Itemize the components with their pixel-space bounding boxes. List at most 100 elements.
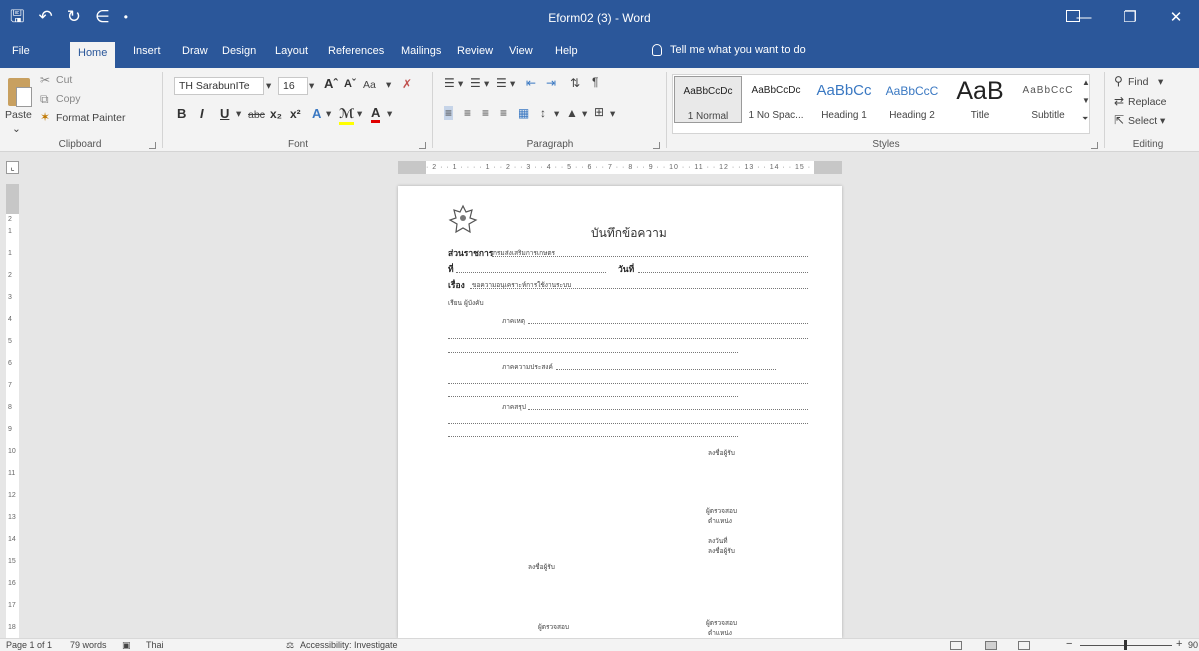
tab-design[interactable]: Design bbox=[222, 45, 256, 57]
paste-options-chevron-icon[interactable]: ⌄ bbox=[12, 123, 21, 135]
font-family-select[interactable]: TH SarabunITe bbox=[174, 77, 264, 95]
text-effects-chevron-icon[interactable]: ▾ bbox=[326, 108, 331, 120]
signature-label: ลงชื่อผู้รับ bbox=[708, 547, 735, 555]
distributed-icon[interactable]: ▦ bbox=[518, 106, 529, 120]
replace-button[interactable]: Replace bbox=[1128, 96, 1167, 108]
subscript-icon[interactable]: x₂ bbox=[270, 107, 282, 121]
highlight-icon[interactable]: ℳ bbox=[339, 106, 355, 125]
paste-button[interactable]: Paste bbox=[5, 109, 32, 121]
text-effects-icon[interactable]: A bbox=[312, 106, 321, 121]
tab-draw[interactable]: Draw bbox=[182, 45, 208, 57]
minimize-icon[interactable]: — bbox=[1061, 0, 1107, 38]
tab-help[interactable]: Help bbox=[555, 45, 578, 57]
proofing-icon[interactable]: ▣ bbox=[122, 640, 131, 651]
tab-references[interactable]: References bbox=[328, 45, 384, 57]
style-title[interactable]: AaB Title bbox=[946, 76, 1014, 121]
align-left-icon[interactable]: ≡ bbox=[444, 106, 454, 120]
align-center-icon[interactable]: ≡ bbox=[464, 106, 471, 120]
superscript-icon[interactable]: x² bbox=[290, 107, 301, 121]
select-chevron-icon[interactable]: ▾ bbox=[1160, 115, 1165, 127]
read-mode-icon[interactable] bbox=[950, 641, 962, 650]
decrease-indent-icon[interactable]: ⇤ bbox=[526, 76, 536, 90]
shading-icon[interactable]: ▲ bbox=[566, 106, 578, 120]
highlight-chevron-icon[interactable]: ▾ bbox=[357, 108, 362, 120]
multilevel-list-icon[interactable]: ☰ bbox=[496, 76, 507, 90]
find-chevron-icon[interactable]: ▾ bbox=[1158, 76, 1163, 88]
word-count[interactable]: 79 words bbox=[70, 640, 107, 650]
borders-icon[interactable]: ⊞ bbox=[594, 105, 604, 119]
strikethrough-icon[interactable]: abc bbox=[248, 109, 265, 121]
style-normal[interactable]: AaBbCcDc 1 Normal bbox=[674, 76, 742, 123]
paste-icon[interactable] bbox=[8, 78, 32, 107]
font-size-select[interactable]: 16 bbox=[278, 77, 308, 95]
format-painter-button[interactable]: Format Painter bbox=[56, 112, 125, 124]
change-case-chevron-icon[interactable]: ▾ bbox=[386, 79, 391, 91]
styles-scroll-down-icon[interactable]: ▼ bbox=[1082, 96, 1090, 105]
zoom-slider-thumb[interactable] bbox=[1124, 640, 1127, 650]
restore-icon[interactable]: ❐ bbox=[1107, 0, 1153, 38]
vertical-ruler[interactable]: 2 1 1 2 3 4 5 6 7 8 9 10 11 12 13 14 15 … bbox=[6, 184, 19, 638]
style-no-spacing[interactable]: AaBbCcDc 1 No Spac... bbox=[742, 76, 810, 121]
zoom-level[interactable]: 90 bbox=[1188, 640, 1198, 650]
styles-launcher-icon[interactable] bbox=[1091, 142, 1098, 149]
sort-icon[interactable]: ⇅ bbox=[570, 76, 580, 90]
show-formatting-icon[interactable]: ¶ bbox=[592, 75, 598, 89]
shading-chevron-icon[interactable]: ▾ bbox=[582, 108, 587, 120]
copy-button[interactable]: Copy bbox=[56, 93, 81, 105]
font-family-chevron-icon[interactable]: ▾ bbox=[266, 80, 271, 92]
align-right-icon[interactable]: ≡ bbox=[482, 106, 489, 120]
styles-more-icon[interactable]: ⏷ bbox=[1082, 114, 1088, 124]
borders-chevron-icon[interactable]: ▾ bbox=[610, 108, 615, 120]
clear-formatting-icon[interactable]: ✗ bbox=[402, 77, 412, 91]
web-layout-icon[interactable] bbox=[1018, 641, 1030, 650]
language-status[interactable]: Thai bbox=[146, 640, 164, 650]
bullets-chevron-icon[interactable]: ▾ bbox=[458, 78, 463, 90]
tab-review[interactable]: Review bbox=[457, 45, 493, 57]
tab-mailings[interactable]: Mailings bbox=[401, 45, 441, 57]
tab-selector[interactable]: ⌞ bbox=[6, 161, 19, 174]
window-title: Eform02 (3) - Word bbox=[548, 11, 651, 25]
clipboard-launcher-icon[interactable] bbox=[149, 142, 156, 149]
italic-icon[interactable]: I bbox=[200, 106, 204, 121]
increase-indent-icon[interactable]: ⇥ bbox=[546, 76, 556, 90]
print-layout-icon[interactable] bbox=[985, 641, 997, 650]
tab-insert[interactable]: Insert bbox=[133, 45, 161, 57]
grow-font-icon[interactable]: Aˆ bbox=[324, 76, 338, 91]
font-launcher-icon[interactable] bbox=[419, 142, 426, 149]
line-spacing-icon[interactable]: ↕ bbox=[540, 106, 546, 120]
zoom-out-icon[interactable]: − bbox=[1066, 638, 1072, 650]
close-icon[interactable]: ✕ bbox=[1153, 0, 1199, 38]
tab-file[interactable]: File bbox=[12, 45, 30, 57]
line-spacing-chevron-icon[interactable]: ▾ bbox=[554, 108, 559, 120]
font-color-icon[interactable]: A bbox=[371, 105, 381, 123]
document-page[interactable]: บันทึกข้อความ ส่วนราชการ กรมส่งเสริมการเ… bbox=[398, 186, 842, 638]
numbering-chevron-icon[interactable]: ▾ bbox=[484, 78, 489, 90]
tab-layout[interactable]: Layout bbox=[275, 45, 308, 57]
style-heading-1[interactable]: AaBbCc Heading 1 bbox=[810, 76, 878, 121]
tell-me-box[interactable]: Tell me what you want to do bbox=[652, 44, 806, 56]
select-button[interactable]: Select bbox=[1128, 115, 1157, 127]
multilevel-list-chevron-icon[interactable]: ▾ bbox=[510, 78, 515, 90]
justify-icon[interactable]: ≡ bbox=[500, 106, 507, 120]
font-color-chevron-icon[interactable]: ▾ bbox=[387, 108, 392, 120]
paragraph-launcher-icon[interactable] bbox=[653, 142, 660, 149]
cut-button[interactable]: Cut bbox=[56, 74, 72, 86]
page-count[interactable]: Page 1 of 1 bbox=[6, 640, 52, 650]
find-button[interactable]: Find bbox=[1128, 76, 1148, 88]
font-size-chevron-icon[interactable]: ▾ bbox=[309, 80, 314, 92]
bold-icon[interactable]: B bbox=[177, 106, 186, 121]
accessibility-status[interactable]: Accessibility: Investigate bbox=[300, 640, 398, 650]
tab-home[interactable]: Home bbox=[70, 42, 116, 68]
tab-view[interactable]: View bbox=[509, 45, 533, 57]
style-heading-2[interactable]: AaBbCcC Heading 2 bbox=[878, 76, 946, 121]
underline-chevron-icon[interactable]: ▾ bbox=[236, 108, 241, 120]
underline-icon[interactable]: U bbox=[220, 106, 229, 121]
numbering-icon[interactable]: ☰ bbox=[470, 76, 481, 90]
styles-scroll-up-icon[interactable]: ▲ bbox=[1082, 78, 1090, 87]
shrink-font-icon[interactable]: Aˇ bbox=[344, 78, 356, 90]
style-subtitle[interactable]: AaBbCcC Subtitle bbox=[1014, 76, 1082, 121]
change-case-button[interactable]: Aa bbox=[363, 79, 376, 91]
horizontal-ruler[interactable]: · 2 · · 1 · · · · 1 · · 2 · · 3 · · 4 · … bbox=[398, 161, 842, 174]
bullets-icon[interactable]: ☰ bbox=[444, 76, 455, 90]
zoom-in-icon[interactable]: + bbox=[1176, 638, 1182, 650]
